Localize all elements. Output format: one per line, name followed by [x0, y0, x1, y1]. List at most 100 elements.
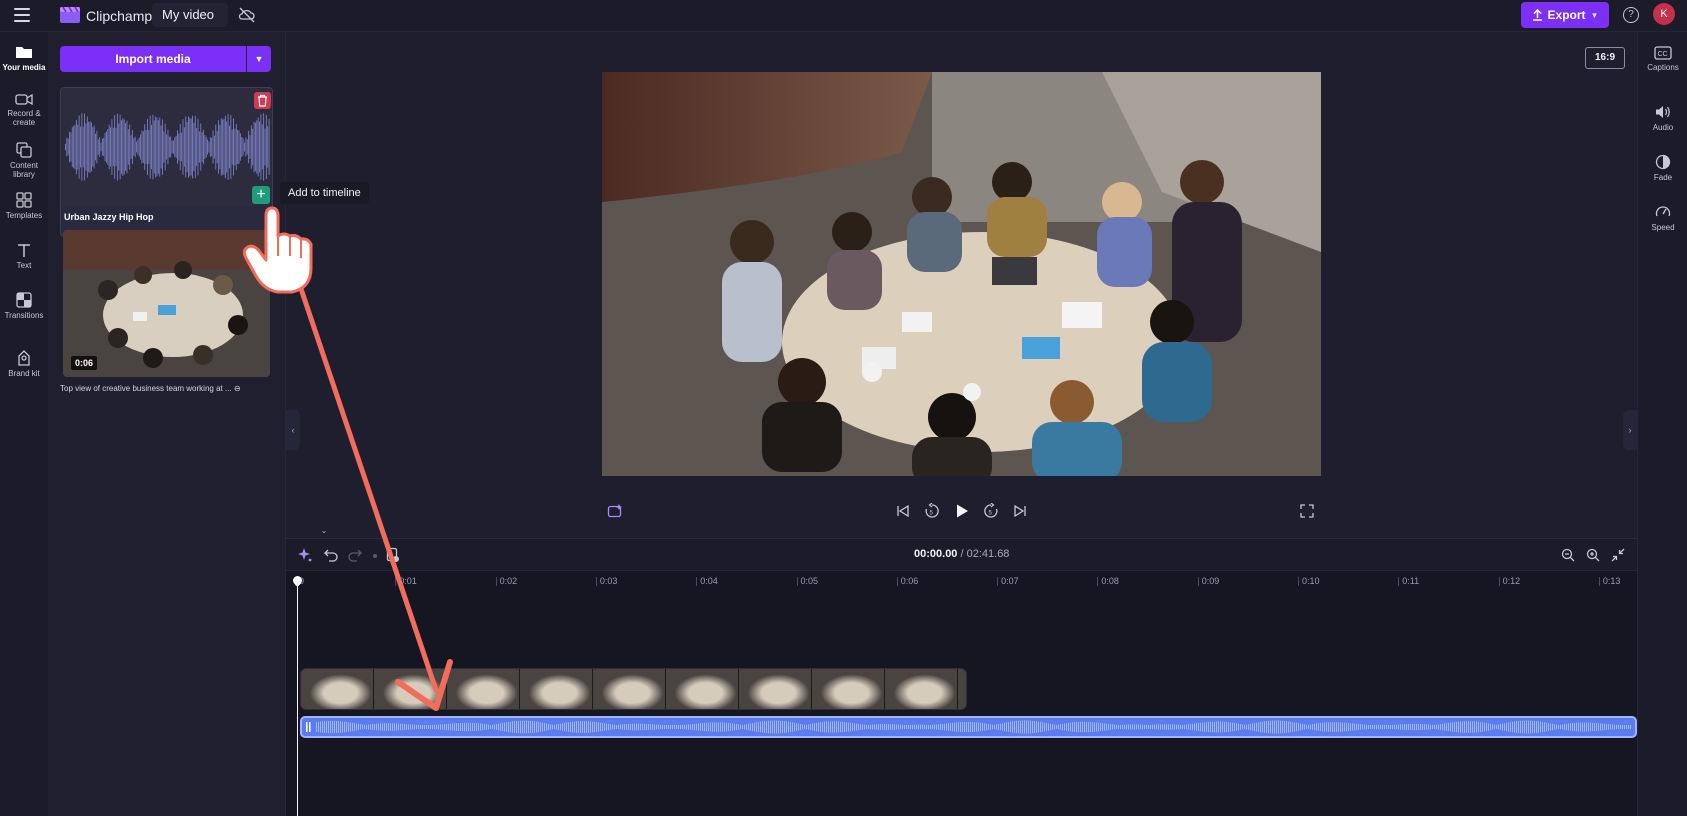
ruler-tick-label: 0:11 — [1398, 576, 1420, 586]
import-dropdown-chevron-icon[interactable]: ▼ — [247, 46, 271, 72]
avatar[interactable]: K — [1653, 3, 1675, 25]
rail-item-content-library[interactable]: Content library — [0, 142, 48, 179]
fit-timeline-icon[interactable] — [1611, 548, 1625, 562]
upload-icon — [1532, 9, 1542, 21]
video-clip[interactable] — [300, 668, 967, 710]
right-rail-label: Fade — [1653, 173, 1673, 182]
svg-text:5: 5 — [989, 511, 993, 517]
forward-5-icon[interactable]: 5 — [983, 503, 999, 519]
clip-thumbnail — [666, 669, 739, 709]
rail-label: create — [12, 118, 36, 127]
right-rail-speed[interactable]: Speed — [1638, 204, 1687, 232]
rewind-5-icon[interactable]: 5 — [924, 503, 940, 519]
right-rail-label: Speed — [1651, 223, 1675, 232]
audio-clip[interactable] — [300, 716, 1637, 738]
clip-thumbnail — [520, 669, 593, 709]
rail-item-transitions[interactable]: Transitions — [0, 292, 48, 320]
skip-back-icon[interactable] — [895, 503, 911, 519]
zoom-in-icon[interactable] — [1586, 548, 1600, 562]
undo-icon[interactable] — [324, 548, 338, 562]
clip-thumbnail — [739, 669, 812, 709]
ruler-tick-label: 0:06 — [896, 576, 919, 586]
speaker-icon — [1656, 106, 1670, 118]
trash-icon[interactable] — [254, 92, 271, 109]
fullscreen-icon[interactable] — [1299, 503, 1315, 519]
collapse-panel-left-icon[interactable]: ‹ — [286, 410, 300, 450]
rail-label: Record & — [7, 109, 41, 118]
rail-label: Transitions — [4, 311, 44, 320]
rail-label: Content — [9, 161, 39, 170]
video-preview[interactable] — [602, 72, 1321, 476]
playhead[interactable] — [297, 579, 298, 816]
export-button[interactable]: Export ▼ — [1521, 2, 1609, 28]
audio-media-item[interactable]: + Urban Jazzy Hip Hop — [60, 87, 273, 237]
duration-badge: 0:06 — [71, 356, 98, 370]
text-icon — [18, 244, 30, 257]
ruler-tick-label: 0:12 — [1498, 576, 1521, 586]
cloud-off-icon[interactable] — [238, 7, 256, 23]
menu-icon[interactable] — [14, 8, 30, 22]
timeline-ruler[interactable]: 00:010:020:030:040:050:060:070:080:090:1… — [286, 572, 1637, 594]
rail-item-templates[interactable]: Templates — [0, 192, 48, 220]
import-media-button[interactable]: Import media — [60, 46, 246, 72]
ruler-tick-label: 0:13 — [1598, 576, 1621, 586]
ruler-tick-label: 0:01 — [395, 576, 417, 586]
zoom-out-icon[interactable] — [1561, 548, 1575, 562]
svg-text:CC: CC — [1658, 51, 1668, 58]
export-label: Export — [1547, 8, 1586, 22]
skip-forward-icon[interactable] — [1012, 503, 1028, 519]
ruler-tick-label: 0:10 — [1298, 576, 1320, 586]
rail-item-your-media[interactable]: Your media — [0, 44, 48, 72]
rail-label: Templates — [5, 211, 43, 220]
video-media-item[interactable]: 0:06 — [63, 230, 270, 377]
time-separator: / — [957, 548, 967, 560]
magic-edit-icon[interactable] — [607, 503, 623, 519]
rail-label: library — [13, 170, 35, 179]
media-panel: Import media ▼ + Urban Jazzy Hip Hop 0:0… — [48, 32, 286, 816]
clip-thumbnail — [593, 669, 666, 709]
clip-thumbnail — [812, 669, 885, 709]
ruler-tick-label: 0:02 — [495, 576, 518, 586]
ruler-tick-label: 0:05 — [796, 576, 819, 586]
video-title-field[interactable]: My video — [152, 3, 228, 27]
fade-icon — [1655, 154, 1671, 170]
right-rail-audio[interactable]: Audio — [1638, 104, 1687, 132]
top-bar: Clipchamp My video Export ▼ ? K — [0, 0, 1687, 32]
help-icon[interactable]: ? — [1623, 7, 1639, 23]
timecode: 00:00.00 / 02:41.68 — [914, 548, 1009, 560]
play-icon[interactable] — [954, 503, 970, 519]
add-to-timeline-button[interactable]: + — [252, 186, 270, 204]
clip-thumbnail — [885, 669, 958, 709]
app-name: Clipchamp — [86, 8, 153, 24]
ruler-tick-label: 0:09 — [1197, 576, 1220, 586]
right-rail-label: Captions — [1647, 63, 1679, 72]
video-caption-text: Top view of creative business team worki… — [60, 384, 232, 393]
captions-icon: CC — [1654, 46, 1672, 60]
collapse-timeline-chevron-icon[interactable]: ⌄ — [307, 525, 341, 537]
ruler-tick-label: 0:04 — [696, 576, 718, 586]
rail-item-brand-kit[interactable]: Brand kit — [0, 350, 48, 378]
split-icon[interactable] — [372, 553, 378, 559]
clip-thumbnail — [958, 669, 966, 709]
rail-item-text[interactable]: Text — [0, 242, 48, 270]
clip-thumbnail — [447, 669, 520, 709]
right-rail-fade[interactable]: Fade — [1638, 154, 1687, 182]
more-icon[interactable]: ⊖ — [234, 384, 241, 393]
right-rail-captions[interactable]: CC Captions — [1638, 46, 1687, 72]
ruler-tick-label: 0:08 — [1097, 576, 1119, 586]
clipchamp-logo-icon — [60, 7, 80, 23]
chevron-down-icon: ▼ — [1590, 10, 1599, 20]
clip-thumbnail — [301, 669, 374, 709]
sparkle-icon[interactable] — [298, 548, 312, 562]
audio-waveform-thumbnail — [61, 88, 272, 206]
aspect-ratio-button[interactable]: 16:9 — [1585, 47, 1625, 69]
delete-clip-icon[interactable] — [386, 547, 400, 563]
rail-item-record-create[interactable]: Record & create — [0, 92, 48, 127]
waveform-icon — [65, 113, 270, 181]
folder-icon — [16, 47, 32, 58]
collapse-panel-right-icon[interactable]: › — [1623, 410, 1637, 450]
right-rail-label: Audio — [1652, 123, 1674, 132]
preview-frame-image — [602, 72, 1321, 476]
brand-kit-icon — [18, 350, 30, 366]
redo-icon[interactable] — [348, 548, 362, 562]
